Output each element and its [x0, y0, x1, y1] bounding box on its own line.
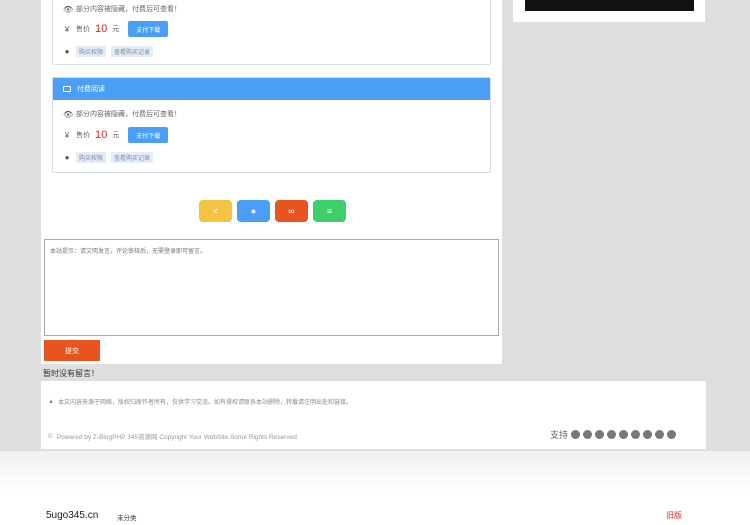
comment-input[interactable]: [44, 239, 499, 336]
card-desc: 部分内容被隐藏，付费后可查看！: [76, 111, 181, 118]
tag-records[interactable]: 查看购买记录: [111, 152, 154, 163]
notice-text: 本文内容来源于网络，版权归原作者所有，仅供学习交流。如有侵权请联系本站删除，转载…: [57, 400, 352, 406]
card-desc-row: 👁 部分内容被隐藏，付费后可查看！: [63, 4, 181, 14]
sidebar: [513, 0, 705, 22]
powered-by: © Powered by Z-BlogPHP 345资源网 Copyright …: [48, 431, 299, 442]
edge-icon: [583, 430, 592, 439]
google-icon: [571, 430, 580, 439]
card-tags-row: ● 购买权限 查看购买记录: [63, 152, 154, 163]
copyright-icon: ©: [48, 432, 53, 440]
warning-icon: ▲: [48, 398, 54, 405]
site-brand[interactable]: 5ugo345.cn: [46, 510, 98, 521]
support-label: 支持: [549, 430, 568, 440]
windows-icon: [595, 430, 604, 439]
share-button[interactable]: <: [199, 200, 232, 222]
eye-icon: 👁: [63, 4, 74, 14]
price-unit: 元: [112, 26, 120, 33]
price-value: 10: [95, 129, 108, 141]
comments-title: 暂时没有留言！: [43, 369, 99, 378]
support-icons: 支持: [550, 428, 676, 441]
sidebar-image: [525, 0, 694, 11]
qq-icon: ●: [250, 206, 257, 216]
share-buttons: < ● ∞ ≡: [199, 200, 346, 222]
apple-icon: [631, 430, 640, 439]
paid-read-card: 付费阅读 👁 部分内容被隐藏，付费后可查看！ ¥ 售价 10 元 支付下载 ● …: [52, 77, 491, 173]
tag-records[interactable]: 查看购买记录: [111, 46, 154, 57]
chrome-icon: [667, 430, 676, 439]
yen-icon: ¥: [64, 130, 70, 140]
card-header: 付费阅读: [53, 78, 490, 100]
price-label: 售价: [76, 132, 90, 139]
yen-icon: ¥: [64, 24, 70, 34]
qq-share-button[interactable]: ●: [237, 200, 270, 222]
weibo-icon: ∞: [288, 206, 295, 216]
category-link[interactable]: 未分类: [117, 512, 137, 522]
card-tags-row: ● 购买权限 查看购买记录: [63, 46, 154, 57]
notice: ▲ 本文内容来源于网络，版权归原作者所有，仅供学习交流。如有侵权请联系本站删除，…: [48, 397, 352, 407]
price-value: 10: [95, 23, 108, 35]
paid-download-card: 👁 部分内容被隐藏，付费后可查看！ ¥ 售价 10 元 支付下载 ● 购买权限 …: [52, 0, 491, 65]
user-icon: ●: [64, 47, 70, 56]
footer: ▲ 本文内容来源于网络，版权归原作者所有，仅供学习交流。如有侵权请联系本站删除，…: [41, 381, 706, 449]
tag-permission[interactable]: 购买权限: [76, 152, 107, 163]
document-icon: [63, 86, 71, 92]
bottom-bar: 5ugo345.cn 未分类 旧版: [0, 491, 750, 525]
firefox-icon: [619, 430, 628, 439]
android-icon: [643, 430, 652, 439]
tag-permission[interactable]: 购买权限: [76, 46, 107, 57]
html5-icon: [607, 430, 616, 439]
price-label: 售价: [76, 26, 90, 33]
card-price-row: ¥ 售价 10 元 支付下载: [63, 127, 169, 143]
old-version-link[interactable]: 旧版: [666, 510, 682, 521]
wechat-share-button[interactable]: ≡: [313, 200, 346, 222]
css3-icon: [655, 430, 664, 439]
card-desc-row: 👁 部分内容被隐藏，付费后可查看！: [63, 109, 181, 119]
buy-button[interactable]: 支付下载: [128, 127, 169, 143]
submit-button[interactable]: 提交: [44, 340, 100, 361]
eye-icon: 👁: [63, 109, 74, 119]
card-price-row: ¥ 售价 10 元 支付下载: [63, 21, 169, 37]
user-icon: ●: [64, 153, 70, 162]
bottom-strip: [0, 451, 750, 491]
buy-button[interactable]: 支付下载: [128, 21, 169, 37]
card-title: 付费阅读: [77, 86, 105, 93]
price-unit: 元: [112, 132, 120, 139]
powered-text: Powered by Z-BlogPHP 345资源网 Copyright Yo…: [56, 434, 299, 441]
weibo-share-button[interactable]: ∞: [275, 200, 308, 222]
card-desc: 部分内容被隐藏，付费后可查看！: [76, 6, 181, 13]
wechat-icon: ≡: [326, 206, 333, 216]
share-icon: <: [212, 206, 219, 216]
